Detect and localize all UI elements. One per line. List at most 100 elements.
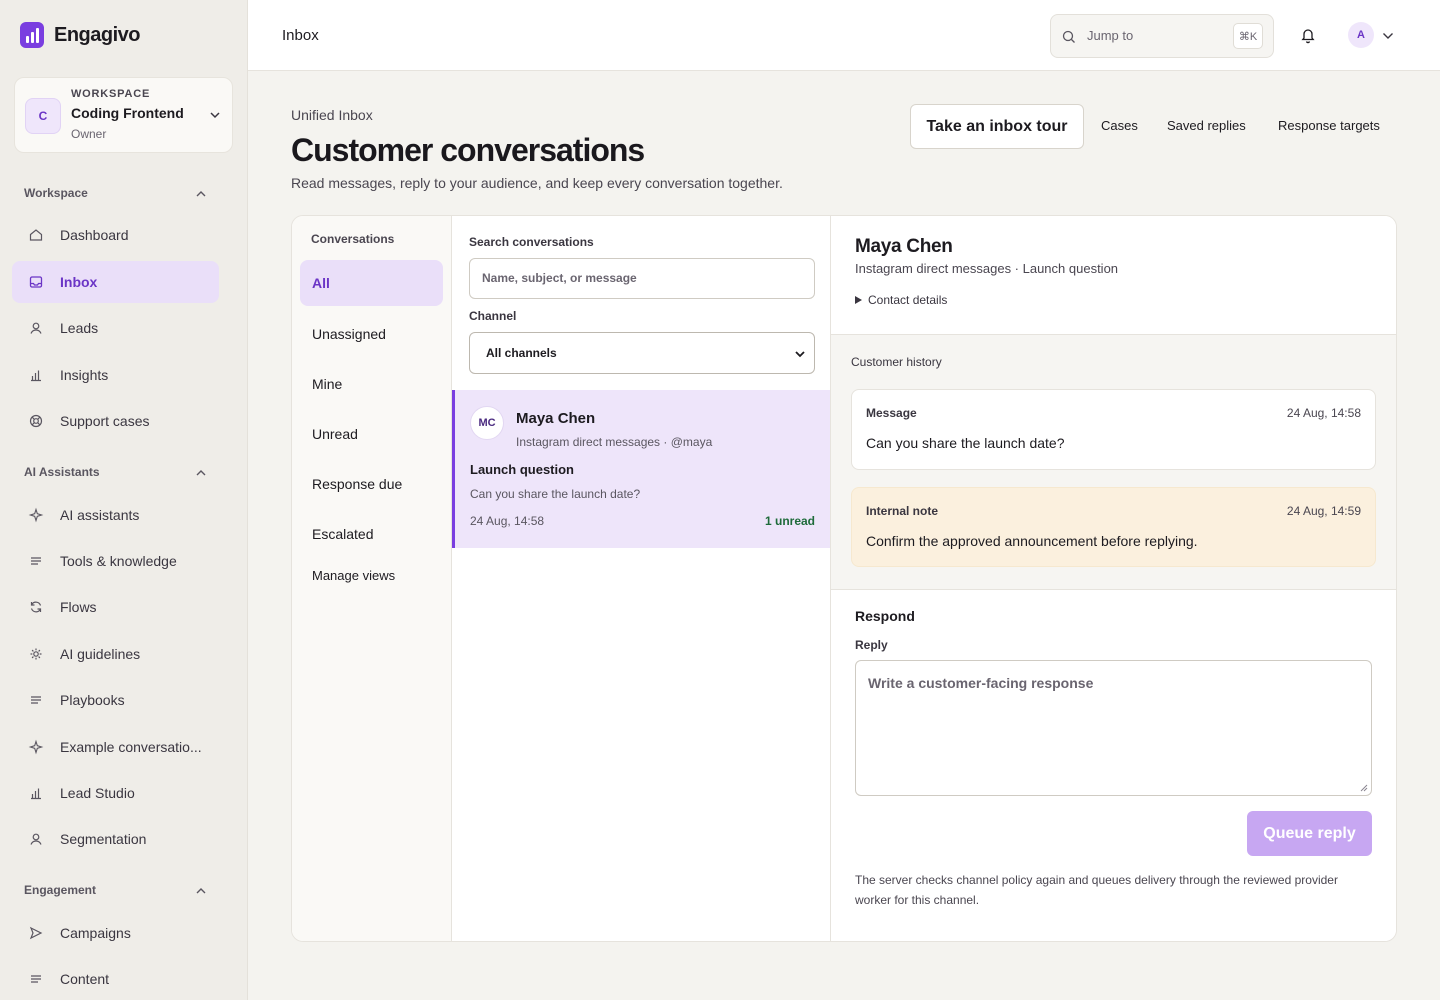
nav-section-label: AI Assistants [24,465,100,479]
view-unread[interactable]: Unread [300,411,443,457]
sidebar-item-label: Inbox [60,274,98,290]
sidebar: Engagivo C WORKSPACE Coding Frontend Own… [0,0,248,1000]
nav-section-workspace[interactable]: Workspace [24,186,88,200]
delivery-policy-note: The server checks channel policy again a… [855,873,1338,907]
view-mine[interactable]: Mine [300,361,443,407]
sidebar-item-content[interactable]: Content [12,958,219,1000]
sidebar-item-label: Leads [60,320,99,336]
lines-icon [31,696,41,704]
history-message-card: Message 24 Aug, 14:58 Can you share the … [851,389,1376,470]
nav-section-engagement[interactable]: Engagement [24,883,96,897]
lines-icon [31,557,41,565]
logo-bars-icon [20,22,44,48]
sidebar-item-label: Support cases [60,413,150,429]
sidebar-item-segmentation[interactable]: Segmentation [12,818,219,860]
nav-section-label: Workspace [24,186,88,200]
conversation-views: Conversations All Unassigned Mine Unread… [292,216,452,941]
sidebar-item-label: Campaigns [60,925,131,941]
detail-meta: Instagram direct messages · Launch quest… [855,261,1119,276]
sidebar-item-ai-guidelines[interactable]: AI guidelines [12,633,219,675]
topbar: Inbox Jump to ⌘K A [248,0,1440,71]
sidebar-item-leads[interactable]: Leads [12,307,219,349]
conversation-subject: Launch question [470,462,574,477]
caret-right-icon [855,296,862,304]
sidebar-item-label: Insights [60,367,109,383]
user-avatar[interactable]: A [1348,22,1374,48]
customer-history: Customer history Message 24 Aug, 14:58 C… [831,335,1396,590]
respond-heading: Respond [855,608,915,624]
saved-replies-link[interactable]: Saved replies [1167,118,1246,133]
sidebar-item-label: Dashboard [60,227,129,243]
cases-link[interactable]: Cases [1101,118,1138,133]
nav-section-ai-assistants[interactable]: AI Assistants [24,465,100,479]
detail-contact-name: Maya Chen [855,236,953,257]
lines-icon [31,975,41,983]
user-icon [30,322,42,334]
detail-header: Maya Chen Instagram direct messages · La… [831,216,1396,335]
workspace-switcher[interactable]: C WORKSPACE Coding Frontend Owner [14,77,233,153]
search-conversations-input[interactable]: Name, subject, or message [469,258,815,299]
sidebar-item-example-conversations[interactable]: Example conversatio... [12,726,219,768]
app-logo[interactable]: Engagivo [20,22,141,48]
jump-to-placeholder: Jump to [1087,28,1134,43]
chevron-up-icon[interactable] [194,187,208,201]
conversation-preview: Can you share the launch date? [470,487,641,501]
view-unassigned[interactable]: Unassigned [300,311,443,357]
sidebar-item-dashboard[interactable]: Dashboard [12,214,219,256]
internal-note-card: Internal note 24 Aug, 14:59 Confirm the … [851,487,1376,567]
channel-label: Channel [469,309,517,323]
unread-badge: 1 unread [764,514,815,528]
conversation-detail: Maya Chen Instagram direct messages · La… [831,216,1396,941]
workspace-avatar: C [25,98,61,134]
view-all[interactable]: All [300,260,443,306]
sidebar-item-inbox[interactable]: Inbox [12,261,219,303]
respond-panel: Respond Reply Write a customer-facing re… [831,590,1396,941]
conversation-time: 24 Aug, 14:58 [470,514,545,528]
page-eyebrow: Unified Inbox [291,107,373,123]
view-escalated[interactable]: Escalated [300,511,443,557]
sidebar-item-insights[interactable]: Insights [12,354,219,396]
page-subtitle: Read messages, reply to your audience, a… [291,175,783,191]
sidebar-item-campaigns[interactable]: Campaigns [12,912,219,954]
reply-placeholder: Write a customer-facing response [868,675,1094,691]
sidebar-item-flows[interactable]: Flows [12,586,219,628]
refresh-icon [30,601,42,613]
bar-chart-icon [31,788,41,800]
chevron-down-icon[interactable] [1381,29,1395,43]
manage-views-link[interactable]: Manage views [300,552,443,598]
workspace-eyebrow: WORKSPACE [71,88,151,100]
chevron-up-icon[interactable] [194,884,208,898]
sidebar-item-lead-studio[interactable]: Lead Studio [12,772,219,814]
queue-reply-button[interactable]: Queue reply [1247,811,1372,856]
inbox-tour-button[interactable]: Take an inbox tour [910,104,1084,149]
bell-icon[interactable] [1300,26,1316,44]
sidebar-item-tools-knowledge[interactable]: Tools & knowledge [12,540,219,582]
jump-to-search[interactable]: Jump to ⌘K [1050,14,1274,58]
sidebar-item-playbooks[interactable]: Playbooks [12,679,219,721]
bar-chart-icon [31,370,41,382]
message-body: Can you share the launch date? [866,435,1065,451]
channel-select[interactable]: All channels [469,332,815,374]
chevron-down-icon [795,351,805,358]
response-targets-link[interactable]: Response targets [1278,118,1380,133]
reply-label: Reply [855,638,888,652]
resize-handle-icon[interactable] [1360,784,1368,792]
view-response-due[interactable]: Response due [300,461,443,507]
conversation-list-item[interactable]: MC Maya Chen Instagram direct messages ·… [452,390,830,548]
sparkle-icon [28,739,44,755]
contact-name: Maya Chen [516,410,596,427]
contact-details-toggle[interactable]: Contact details [855,293,947,307]
sidebar-item-label: Segmentation [60,831,147,847]
sparkle-icon [28,507,44,523]
sidebar-item-support-cases[interactable]: Support cases [12,400,219,442]
sidebar-item-label: Playbooks [60,692,125,708]
sidebar-item-ai-assistants[interactable]: AI assistants [12,494,219,536]
page-title: Customer conversations [291,132,645,168]
inbox-icon [29,276,43,288]
reply-textarea[interactable]: Write a customer-facing response [855,660,1372,796]
chevron-up-icon[interactable] [194,466,208,480]
nav-section-label: Engagement [24,883,97,897]
workspace-role: Owner [71,127,107,141]
sidebar-item-label: Lead Studio [60,785,135,801]
note-time: 24 Aug, 14:59 [1286,504,1361,518]
